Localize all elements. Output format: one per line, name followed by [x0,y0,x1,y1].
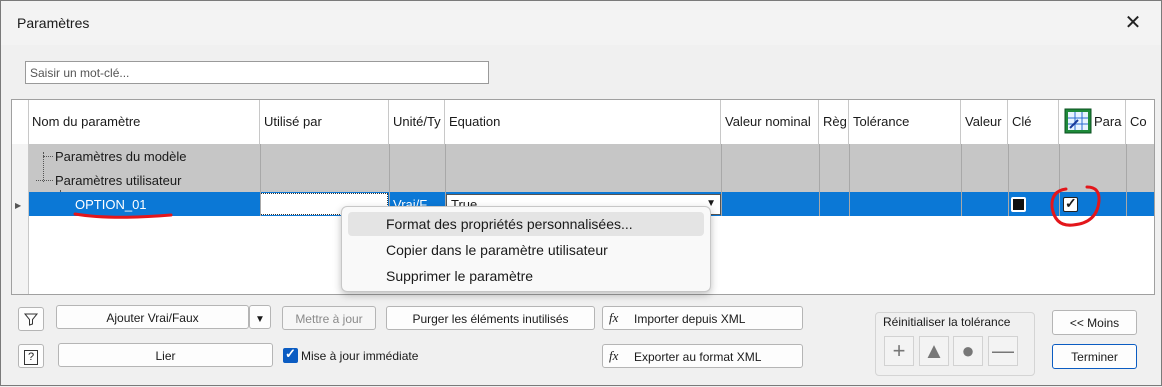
add-type-dropdown-button[interactable]: ▼ [249,305,271,329]
purge-unused-button[interactable]: Purger les éléments inutilisés [386,306,595,330]
parameters-dialog: Paramètres ✕ Nom du paramètre Utilisé pa… [0,0,1162,386]
finish-button[interactable]: Terminer [1052,344,1137,369]
less-button[interactable]: << Moins [1052,310,1137,335]
immediate-update-label: Mise à jour immédiate [301,349,419,363]
tolerance-label: Réinitialiser la tolérance [883,315,1011,329]
import-xml-label: Importer depuis XML [634,312,746,326]
immediate-update-checkbox[interactable]: ✓ [283,346,298,363]
filter-button[interactable] [18,307,44,331]
minus-icon[interactable]: — [988,336,1018,366]
circle-icon[interactable]: ● [953,336,983,366]
menu-item-delete[interactable]: Supprimer le paramètre [348,264,704,288]
export-xml-label: Exporter au format XML [634,350,762,364]
chevron-down-icon: ▼ [255,314,265,325]
context-menu: Format des propriétés personnalisées... … [341,206,711,292]
annotation-underline-name [73,212,173,219]
triangle-icon[interactable]: ▲ [919,336,949,366]
help-button[interactable]: ? [18,344,44,368]
annotation-circle-param [1050,185,1101,227]
update-button[interactable]: Mettre à jour [282,306,376,330]
add-boolean-button[interactable]: Ajouter Vrai/Faux [56,305,249,329]
filter-icon [23,313,39,326]
link-button[interactable]: Lier [58,343,273,367]
import-xml-button[interactable]: fx Importer depuis XML [602,306,803,330]
plus-icon[interactable]: + [884,336,914,366]
fx-import-icon: fx [609,310,619,325]
help-icon: ? [24,350,38,365]
fx-export-icon: fx [609,348,619,363]
checkmark-icon: ✓ [285,346,296,361]
menu-item-custom-properties[interactable]: Format des propriétés personnalisées... [348,212,704,236]
menu-item-copy-to-user[interactable]: Copier dans le paramètre utilisateur [348,238,704,262]
export-xml-button[interactable]: fx Exporter au format XML [602,344,803,368]
